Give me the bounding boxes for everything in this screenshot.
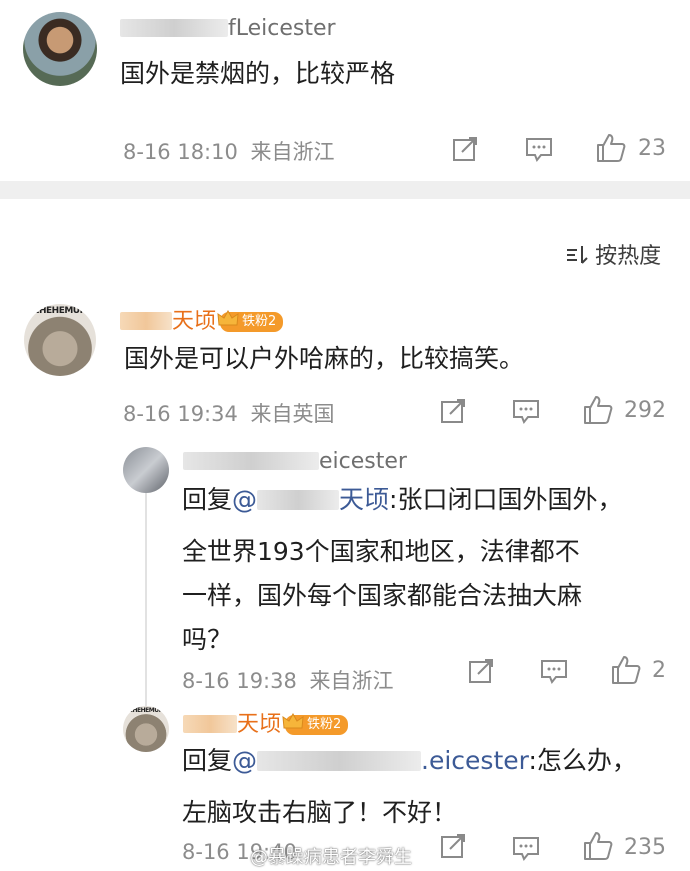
share-icon[interactable] xyxy=(452,136,480,162)
like-icon[interactable] xyxy=(595,132,627,164)
reply-username[interactable]: eicester xyxy=(183,449,407,474)
crown-icon xyxy=(282,712,304,729)
share-icon[interactable] xyxy=(440,833,468,859)
sort-control[interactable]: 按热度 xyxy=(566,238,661,270)
like-count: 23 xyxy=(638,136,666,161)
comment-username[interactable]: fLeicester xyxy=(120,16,336,41)
watermark: @暴躁病患者李舜生 xyxy=(250,847,412,868)
fan-badge: 铁粉2 xyxy=(217,309,284,332)
like-count: 235 xyxy=(624,835,666,860)
reply-meta: 8-16 19:38 来自浙江 xyxy=(182,665,394,695)
share-icon[interactable] xyxy=(468,658,496,684)
comment-meta: 8-16 19:34 来自英国 xyxy=(123,398,335,428)
reply-text: 回复@ .eicester:怎么办， 左脑攻击右脑了！不好！ xyxy=(182,746,637,827)
comment-location: 来自浙江 xyxy=(250,140,335,164)
mention-link[interactable]: @ .eicester xyxy=(232,746,528,775)
comment-icon[interactable] xyxy=(540,658,568,684)
comment-date: 8-16 19:34 xyxy=(123,402,238,426)
comment-icon[interactable] xyxy=(512,398,540,424)
comment-username[interactable]: 天顷 铁粉2 xyxy=(120,303,284,335)
avatar[interactable]: EHEHEMUH xyxy=(24,304,96,376)
crown-icon xyxy=(217,309,239,326)
blurred-name xyxy=(183,715,237,733)
like-icon[interactable] xyxy=(582,830,614,862)
reply-location: 来自浙江 xyxy=(309,669,394,693)
avatar[interactable] xyxy=(23,12,97,86)
avatar[interactable] xyxy=(123,447,169,493)
reply-username[interactable]: 天顷 铁粉2 xyxy=(183,706,349,738)
avatar[interactable]: EHEHEMUH xyxy=(123,706,169,752)
comment-location: 来自英国 xyxy=(250,402,335,426)
sort-icon xyxy=(567,246,588,264)
comment-icon[interactable] xyxy=(525,136,553,162)
like-count: 2 xyxy=(652,658,666,683)
comment-text: 国外是禁烟的，比较严格 xyxy=(120,59,396,88)
share-icon[interactable] xyxy=(440,398,468,424)
fan-badge: 铁粉2 xyxy=(282,712,349,735)
mention-link[interactable]: @ 天顷 xyxy=(232,485,389,514)
comment-text: 国外是可以户外哈麻的，比较搞笑。 xyxy=(124,344,525,373)
section-divider xyxy=(0,181,690,199)
avatar-caption: EHEHEMUH xyxy=(128,707,164,714)
like-icon[interactable] xyxy=(582,394,614,426)
blurred-name xyxy=(183,452,319,470)
comment-meta: 8-16 18:10 来自浙江 xyxy=(123,136,335,166)
blurred-name xyxy=(120,19,228,37)
reply-text: 回复@ 天顷:张口闭口国外国外， 全世界193个国家和地区，法律都不 一样，国外每… xyxy=(182,485,623,654)
reply-thread-line xyxy=(145,493,147,708)
reply-date: 8-16 19:38 xyxy=(182,669,297,693)
like-icon[interactable] xyxy=(610,654,642,686)
blurred-name xyxy=(120,312,172,330)
like-count: 292 xyxy=(624,398,666,423)
comment-date: 8-16 18:10 xyxy=(123,140,238,164)
avatar-caption: EHEHEMUH xyxy=(33,306,87,316)
sort-label: 按热度 xyxy=(595,244,662,269)
comment-icon[interactable] xyxy=(512,835,540,861)
